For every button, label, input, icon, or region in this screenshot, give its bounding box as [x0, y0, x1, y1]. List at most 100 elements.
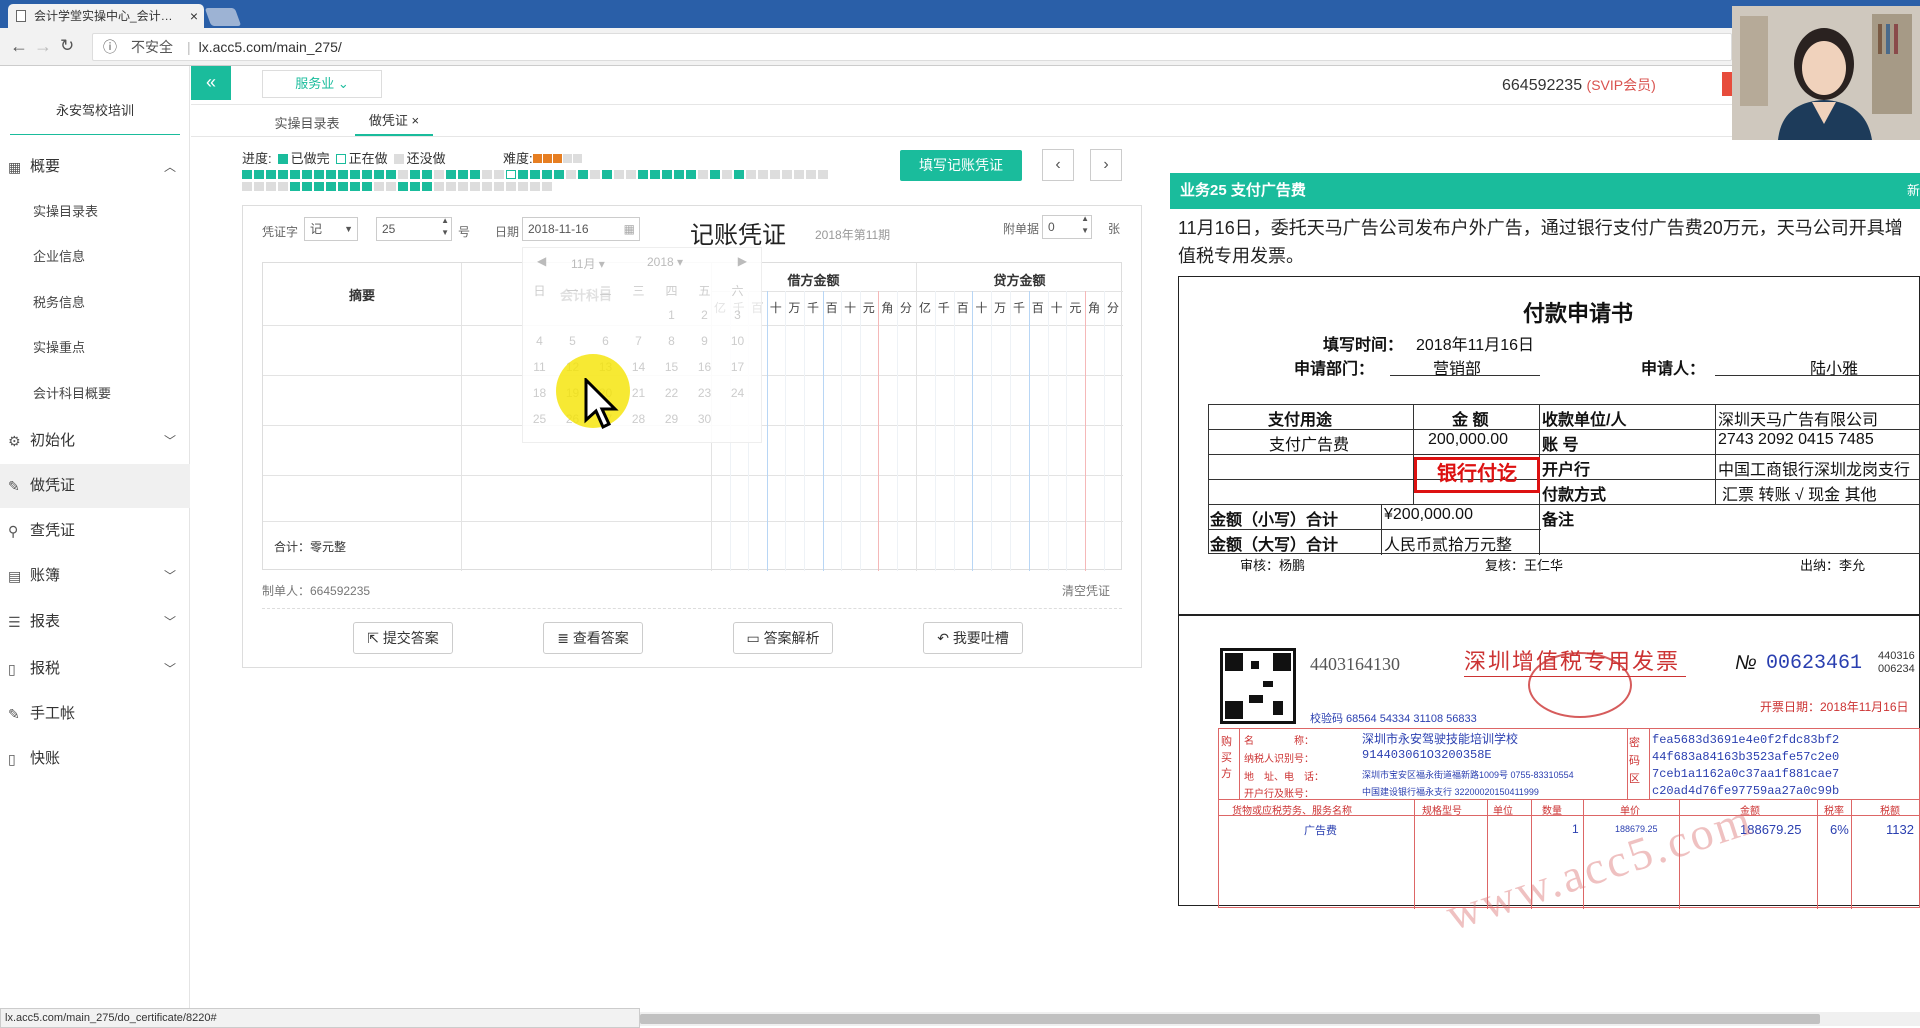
progress-cell[interactable] [338, 170, 348, 179]
progress-cell[interactable] [710, 170, 720, 179]
progress-cell[interactable] [314, 170, 324, 179]
reload-icon[interactable]: ↻ [60, 36, 74, 56]
progress-cell[interactable] [482, 170, 492, 179]
progress-cell[interactable] [242, 170, 252, 179]
date-cell[interactable]: 10 [721, 334, 754, 348]
sidebar-item-ledger[interactable]: ▤ 账簿 ﹀ [0, 554, 190, 598]
stepper-icon[interactable]: ▲ ▼ [1081, 213, 1089, 237]
voucher-type-select[interactable]: 记 ▼ [304, 217, 358, 241]
progress-cell[interactable] [542, 182, 552, 191]
progress-cell[interactable] [470, 182, 480, 191]
new-tab-button[interactable] [204, 8, 242, 26]
progress-cell[interactable] [626, 170, 636, 179]
progress-cell[interactable] [590, 170, 600, 179]
back-icon[interactable]: ← [10, 36, 28, 57]
progress-cell[interactable] [506, 170, 516, 179]
sidebar-item-key-points[interactable]: 实操重点 [0, 325, 190, 370]
progress-cell[interactable] [266, 170, 276, 179]
submit-answer-button[interactable]: ⇱ 提交答案 [353, 622, 453, 654]
progress-cell[interactable] [482, 182, 492, 191]
tab-catalog[interactable]: 实操目录表 [262, 112, 352, 136]
month-select[interactable]: 11月 ▾ [571, 255, 605, 272]
progress-cell[interactable] [434, 182, 444, 191]
progress-cell[interactable] [698, 170, 708, 179]
close-icon[interactable]: × [412, 113, 420, 128]
progress-cell[interactable] [614, 170, 624, 179]
progress-cell[interactable] [770, 170, 780, 179]
progress-cell[interactable] [734, 170, 744, 179]
progress-cell[interactable] [470, 170, 480, 179]
date-cell[interactable]: 29 [655, 412, 688, 426]
date-cell[interactable]: 18 [523, 386, 556, 400]
progress-cell[interactable] [326, 170, 336, 179]
date-cell[interactable]: 7 [622, 334, 655, 348]
progress-cell[interactable] [518, 182, 528, 191]
progress-cell[interactable] [722, 170, 732, 179]
sidebar-item-quick[interactable]: ▯ 快账 [0, 737, 190, 781]
progress-cell[interactable] [254, 182, 264, 191]
progress-cell[interactable] [782, 170, 792, 179]
next-button[interactable]: › [1090, 149, 1122, 181]
date-cell[interactable]: 22 [655, 386, 688, 400]
progress-cell[interactable] [494, 182, 504, 191]
sidebar-item-tax-filing[interactable]: ▯ 报税 ﹀ [0, 647, 190, 691]
progress-cell[interactable] [818, 170, 828, 179]
date-cell[interactable]: 28 [622, 412, 655, 426]
progress-cell[interactable] [278, 170, 288, 179]
progress-cell[interactable] [302, 170, 312, 179]
progress-cell[interactable] [494, 170, 504, 179]
progress-cell[interactable] [458, 182, 468, 191]
progress-cell[interactable] [350, 182, 360, 191]
clear-voucher-link[interactable]: 清空凭证 [1062, 582, 1110, 599]
progress-cell[interactable] [326, 182, 336, 191]
date-cell[interactable]: 5 [556, 334, 589, 348]
progress-cell[interactable] [746, 170, 756, 179]
collapse-sidebar-button[interactable]: « [191, 66, 231, 100]
progress-cell[interactable] [302, 182, 312, 191]
progress-cell[interactable] [254, 170, 264, 179]
progress-cell[interactable] [278, 182, 288, 191]
stepper-icon[interactable]: ▲ ▼ [441, 215, 449, 239]
progress-cell[interactable] [686, 170, 696, 179]
answer-analysis-button[interactable]: ▭ 答案解析 [733, 622, 833, 654]
progress-cell[interactable] [374, 170, 384, 179]
sidebar-item-catalog[interactable]: 实操目录表 [0, 189, 190, 234]
next-month-icon[interactable]: ▶ [738, 254, 747, 268]
progress-cell[interactable] [806, 170, 816, 179]
progress-cell[interactable] [674, 170, 684, 179]
date-picker[interactable]: ◀ 11月 ▾ 2018 ▾ ▶ 日一二三四五六1234567891011121… [522, 247, 762, 443]
date-cell[interactable]: 11 [523, 360, 556, 374]
progress-cell[interactable] [410, 182, 420, 191]
url-bar[interactable]: ⓘ 不安全 | lx.acc5.com/main_275/ [92, 33, 1732, 61]
date-cell[interactable]: 14 [622, 360, 655, 374]
sidebar-item-overview[interactable]: ▦ 概要 ︿ [0, 145, 190, 189]
date-cell[interactable]: 9 [688, 334, 721, 348]
progress-cell[interactable] [506, 182, 516, 191]
progress-cell[interactable] [314, 182, 324, 191]
date-cell[interactable]: 15 [655, 360, 688, 374]
progress-cell[interactable] [446, 170, 456, 179]
prev-button[interactable]: ‹ [1042, 149, 1074, 181]
scrollbar-thumb[interactable] [640, 1014, 1820, 1024]
browser-tab[interactable]: 会计学堂实操中心_会计… × [8, 4, 204, 28]
progress-cell[interactable] [458, 170, 468, 179]
progress-cell[interactable] [386, 182, 396, 191]
progress-cell[interactable] [518, 170, 528, 179]
progress-cell[interactable] [794, 170, 804, 179]
feedback-button[interactable]: ↶ 我要吐槽 [923, 622, 1023, 654]
date-cell[interactable]: 6 [589, 334, 622, 348]
progress-cell[interactable] [542, 170, 552, 179]
date-cell[interactable]: 30 [688, 412, 721, 426]
date-cell[interactable]: 3 [721, 308, 754, 322]
date-input[interactable]: 2018-11-16 ▦ [522, 217, 640, 241]
progress-cell[interactable] [422, 182, 432, 191]
new-badge[interactable]: 新 [1907, 173, 1920, 209]
progress-cell[interactable] [290, 182, 300, 191]
progress-cell[interactable] [386, 170, 396, 179]
progress-cell[interactable] [362, 182, 372, 191]
date-cell[interactable]: 25 [523, 412, 556, 426]
progress-cell[interactable] [410, 170, 420, 179]
close-tab-icon[interactable]: × [190, 4, 198, 28]
progress-cell[interactable] [398, 170, 408, 179]
year-select[interactable]: 2018 ▾ [647, 255, 683, 269]
